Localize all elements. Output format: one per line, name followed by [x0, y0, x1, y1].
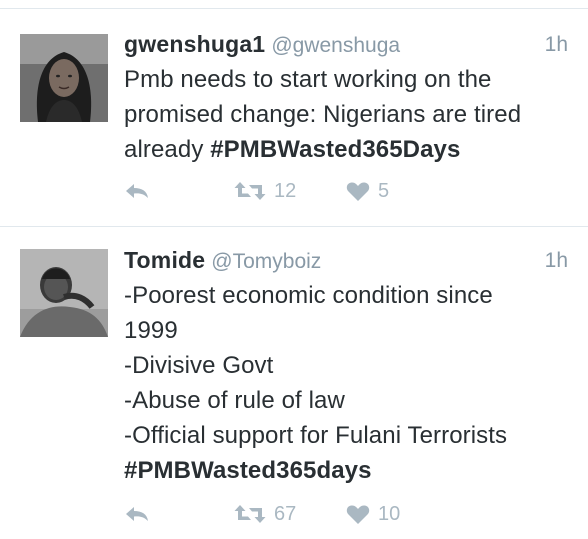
retweet-button[interactable]: 67: [234, 499, 296, 529]
retweet-icon: [234, 505, 266, 523]
user-handle[interactable]: @Tomyboiz: [211, 250, 321, 273]
timeline: gwenshuga1 @gwenshuga 1h Pmb needs to sta…: [0, 0, 588, 539]
like-count: 5: [378, 179, 390, 202]
heart-icon: [346, 504, 370, 524]
avatar-photo: [20, 34, 108, 122]
tweet-line: already #PMBWasted365Days: [124, 132, 564, 167]
user-name[interactable]: Tomide: [124, 247, 205, 273]
like-button[interactable]: 5: [346, 176, 389, 206]
hashtag-link[interactable]: #PMBWasted365days: [124, 453, 564, 488]
hashtag-link[interactable]: #PMBWasted365Days: [210, 136, 460, 163]
retweet-count: 12: [274, 179, 297, 202]
tweet-actions: 12 5: [124, 176, 424, 206]
tweet-text: Pmb needs to start working on the promis…: [124, 62, 564, 167]
tweet-card[interactable]: Tomide @Tomyboiz 1h -Poorest economic con…: [0, 227, 588, 539]
tweet-line: Pmb needs to start working on the: [124, 66, 492, 93]
tweet-line: -Abuse of rule of law: [124, 387, 345, 414]
timestamp[interactable]: 1h: [545, 249, 568, 273]
tweet-header: gwenshuga1 @gwenshuga 1h: [124, 31, 568, 61]
tweet-line: -Poorest economic condition since: [124, 282, 493, 309]
avatar[interactable]: [20, 249, 108, 337]
tweet-header: Tomide @Tomyboiz 1h: [124, 247, 568, 277]
heart-icon: [346, 181, 370, 201]
retweet-count: 67: [274, 502, 297, 525]
tweet-line: -Divisive Govt: [124, 352, 274, 379]
user-handle[interactable]: @gwenshuga: [271, 34, 400, 57]
avatar[interactable]: [20, 34, 108, 122]
reply-icon: [126, 184, 148, 198]
tweet-text: -Poorest economic condition since 1999 -…: [124, 278, 564, 488]
reply-button[interactable]: [124, 176, 150, 206]
like-button[interactable]: 10: [346, 499, 400, 529]
retweet-button[interactable]: 12: [234, 176, 296, 206]
tweet-line: 1999: [124, 317, 178, 344]
tweet-actions: 67 10: [124, 499, 424, 529]
retweet-icon: [234, 182, 266, 200]
reply-button[interactable]: [124, 499, 150, 529]
tweet-line: -Official support for Fulani Terrorists: [124, 422, 508, 449]
timestamp[interactable]: 1h: [545, 33, 568, 57]
reply-icon: [126, 507, 148, 521]
user-name[interactable]: gwenshuga1: [124, 31, 265, 57]
avatar-photo: [20, 249, 108, 337]
like-count: 10: [378, 502, 401, 525]
tweet-card[interactable]: gwenshuga1 @gwenshuga 1h Pmb needs to sta…: [0, 0, 588, 226]
tweet-line: promised change: Nigerians are tired: [124, 101, 522, 128]
tweet-line-text: already: [124, 136, 204, 163]
